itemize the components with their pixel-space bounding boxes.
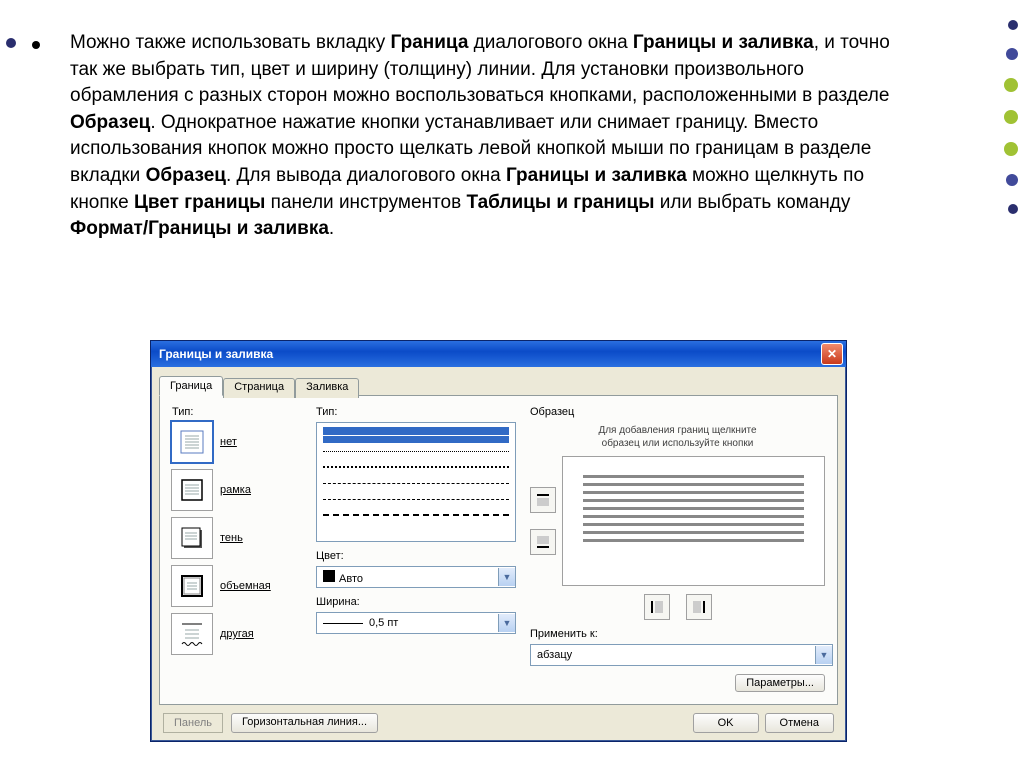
border-bottom-button[interactable]	[530, 529, 556, 555]
borders-shading-dialog: Границы и заливка ✕ Граница Страница Зал…	[150, 340, 847, 742]
apply-to-combo[interactable]: абзацу ▼	[530, 644, 833, 666]
tab-border[interactable]: Граница	[159, 376, 223, 396]
type-custom-label: другая	[220, 628, 254, 640]
tab-page[interactable]: Страница	[223, 378, 295, 398]
type-label: Тип:	[172, 406, 302, 418]
type-3d-label: объемная	[220, 580, 271, 592]
type-box-label: рамка	[220, 484, 251, 496]
tab-fill[interactable]: Заливка	[295, 378, 359, 398]
horizontal-line-button[interactable]: Горизонтальная линия...	[231, 713, 378, 733]
line-style-list[interactable]	[316, 422, 516, 542]
dialog-title: Границы и заливка	[159, 347, 273, 361]
border-type-shadow[interactable]	[172, 518, 212, 558]
style-label: Тип:	[316, 406, 516, 418]
chevron-down-icon: ▼	[815, 646, 832, 664]
decoration-dots-left	[6, 38, 16, 48]
type-shadow-label: тень	[220, 532, 243, 544]
border-type-box[interactable]	[172, 470, 212, 510]
border-type-custom[interactable]	[172, 614, 212, 654]
sample-label: Образец	[530, 406, 825, 418]
color-combo[interactable]: Авто ▼	[316, 566, 516, 588]
type-none-label: нет	[220, 436, 237, 448]
panel-button[interactable]: Панель	[163, 713, 223, 733]
color-label: Цвет:	[316, 550, 516, 562]
dialog-titlebar[interactable]: Границы и заливка ✕	[151, 341, 846, 367]
ok-button[interactable]: OK	[693, 713, 759, 733]
sample-hint: Для добавления границ щелкнитеобразец ил…	[530, 424, 825, 450]
bullet-icon	[32, 41, 40, 49]
border-left-button[interactable]	[644, 594, 670, 620]
border-type-3d[interactable]	[172, 566, 212, 606]
decoration-dots-right	[1004, 20, 1018, 232]
apply-to-label: Применить к:	[530, 628, 825, 640]
width-label: Ширина:	[316, 596, 516, 608]
border-top-button[interactable]	[530, 487, 556, 513]
cancel-button[interactable]: Отмена	[765, 713, 834, 733]
chevron-down-icon: ▼	[498, 568, 515, 586]
sample-preview[interactable]	[562, 456, 825, 586]
border-right-button[interactable]	[686, 594, 712, 620]
width-combo[interactable]: 0,5 пт ▼	[316, 612, 516, 634]
paragraph-text: Можно также использовать вкладку Граница…	[70, 30, 900, 243]
chevron-down-icon: ▼	[498, 614, 515, 632]
options-button[interactable]: Параметры...	[735, 674, 825, 692]
close-icon[interactable]: ✕	[821, 343, 843, 365]
border-type-none[interactable]	[172, 422, 212, 462]
